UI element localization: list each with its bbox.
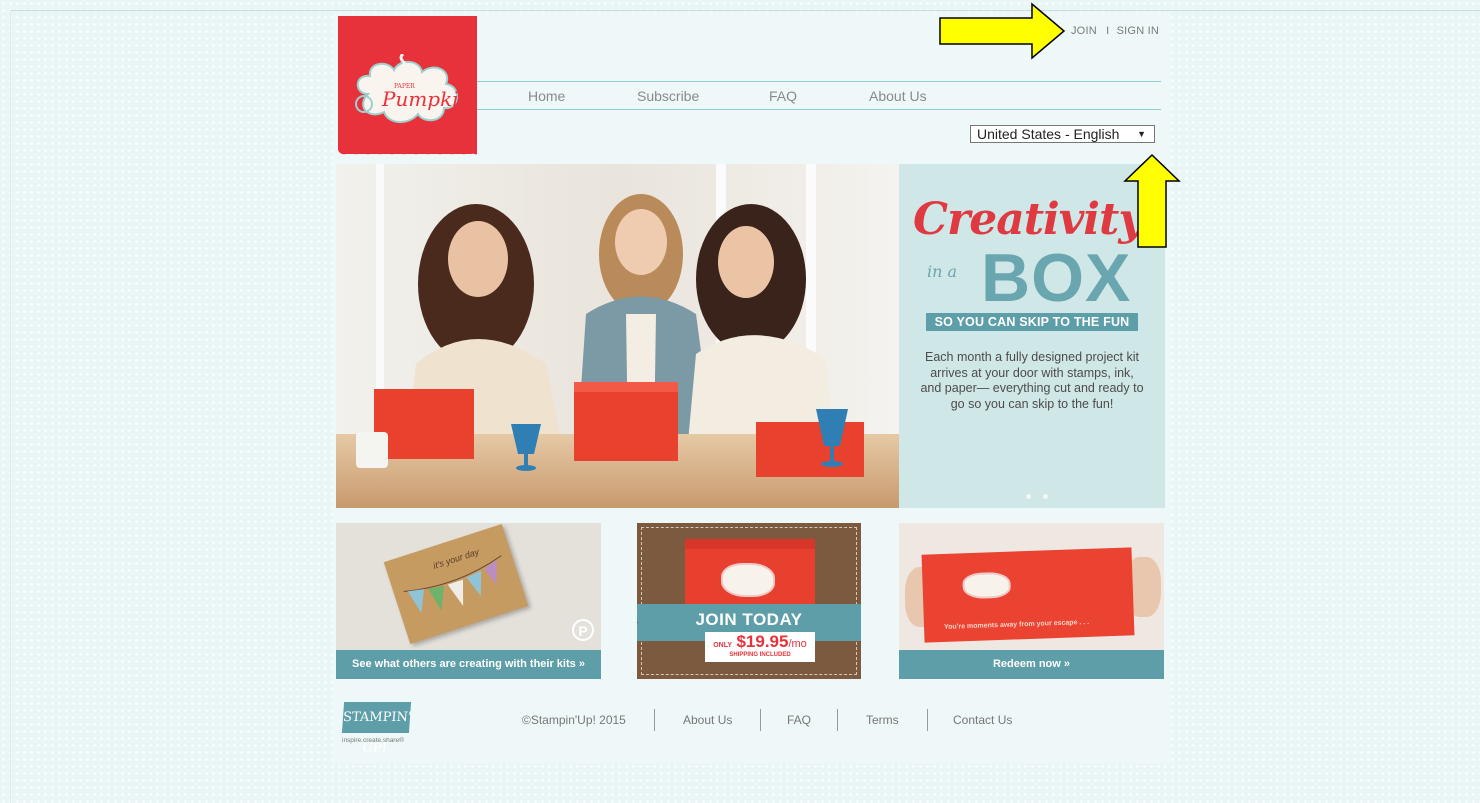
logo-cloud-icon: PAPER Pumpkin [355, 54, 466, 123]
join-link[interactable]: JOIN [1071, 25, 1097, 37]
card-image: it's your day [383, 523, 529, 645]
price-only: ONLY [713, 642, 732, 649]
box-caption: You're moments away from your escape . .… [943, 618, 1090, 631]
paper-pumpkin-logo[interactable]: PAPER Pumpkin [338, 16, 477, 160]
main-nav: Home Subscribe FAQ About Us [477, 81, 1161, 110]
logo-scallop-edge [338, 148, 477, 160]
hero-box-word: BOX [981, 240, 1132, 316]
promo-gallery[interactable]: it's your day P See what others are crea… [336, 523, 601, 679]
footer-divider [654, 709, 655, 731]
price-amount: $19.95 [736, 632, 789, 651]
promo-redeem[interactable]: You're moments away from your escape . .… [899, 523, 1164, 679]
redeem-now-link[interactable]: Redeem now » [899, 650, 1164, 679]
footer-terms[interactable]: Terms [866, 713, 899, 727]
box-logo [962, 571, 1012, 600]
chevron-down-icon: ▼ [1137, 129, 1146, 139]
hero-banner[interactable]: Creativity in a BOX SO YOU CAN SKIP TO T… [336, 164, 1165, 508]
promo-join-today[interactable]: JOIN TODAY ONLY $19.95/mo SHIPPING INCLU… [637, 523, 861, 679]
nav-home[interactable]: Home [528, 88, 565, 104]
page-container: PAPER Pumpkin JOIN I SIGN IN Home Subscr… [333, 12, 1171, 764]
stampin-up-logo[interactable]: STAMPIN' UP! [341, 702, 412, 756]
gift-box-image: You're moments away from your escape . .… [921, 547, 1135, 643]
hero-headline: Creativity [913, 194, 1144, 245]
stampin-up-tagline: inspire.create.share® [342, 737, 404, 744]
auth-separator: I [1106, 25, 1110, 37]
hero-in-a: in a [927, 262, 958, 281]
box-lid [685, 539, 815, 549]
pinterest-icon[interactable]: P [572, 619, 594, 641]
yellow-arrow-right-icon [939, 2, 1066, 60]
carousel-dot[interactable] [1026, 494, 1031, 499]
nav-faq[interactable]: FAQ [769, 88, 797, 104]
hero-photo [336, 164, 899, 508]
svg-text:Pumpkin: Pumpkin [381, 87, 466, 111]
carousel-dots [1026, 486, 1060, 504]
footer-divider [837, 709, 838, 731]
window-top-border [10, 10, 1480, 11]
language-select[interactable]: United States - English ▼ [970, 125, 1155, 143]
hero-description: Each month a fully designed project kit … [920, 350, 1144, 411]
box-logo [721, 563, 775, 597]
auth-links: JOIN I SIGN IN [1071, 25, 1159, 37]
footer-divider [927, 709, 928, 731]
nav-subscribe[interactable]: Subscribe [637, 88, 699, 104]
nav-about-us[interactable]: About Us [869, 88, 927, 104]
copyright: ©Stampin'Up! 2015 [522, 713, 626, 727]
footer-divider [760, 709, 761, 731]
shipping-included: SHIPPING INCLUDED [729, 652, 791, 658]
footer-contact-us[interactable]: Contact Us [953, 713, 1012, 727]
footer-faq[interactable]: FAQ [787, 713, 811, 727]
promo-gallery-link[interactable]: See what others are creating with their … [336, 650, 601, 679]
join-today-label[interactable]: JOIN TODAY [637, 610, 861, 630]
price-tag: ONLY $19.95/mo SHIPPING INCLUDED [705, 632, 815, 662]
footer-about-us[interactable]: About Us [683, 713, 732, 727]
sign-in-link[interactable]: SIGN IN [1117, 25, 1159, 37]
hero-tagline-band: SO YOU CAN SKIP TO THE FUN [926, 313, 1138, 331]
yellow-arrow-up-icon [1123, 153, 1181, 248]
price-unit: /mo [788, 638, 807, 650]
bunting-image [403, 555, 502, 614]
carousel-dot[interactable] [1043, 494, 1048, 499]
window-left-border [10, 10, 11, 803]
language-select-value: United States - English [977, 126, 1120, 142]
